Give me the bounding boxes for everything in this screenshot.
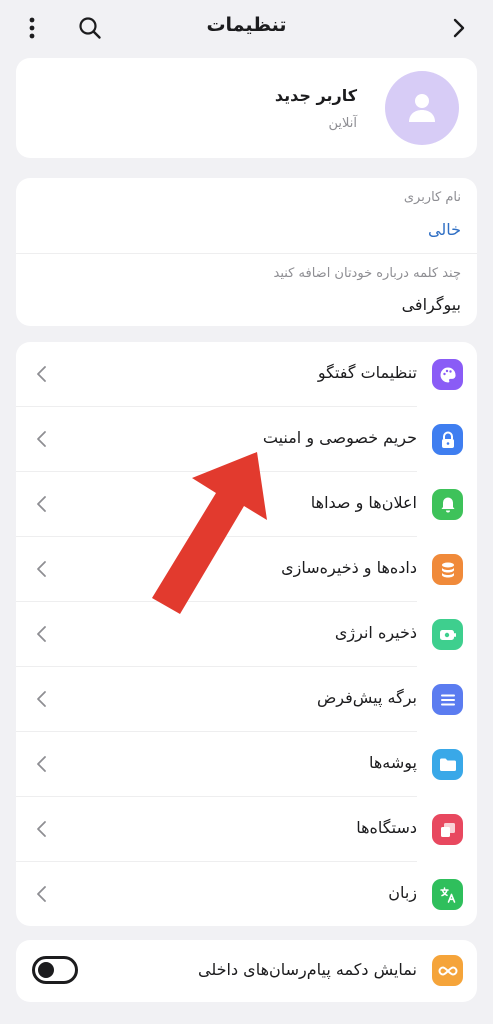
page-title: تنظیمات [206,14,287,36]
palette-icon [432,359,463,390]
settings-item-chat[interactable]: تنظیمات گفتگو [16,342,477,407]
battery-icon [432,619,463,650]
translate-icon [432,879,463,910]
settings-item-data-storage[interactable]: داده‌ها و ذخیره‌سازی [16,537,477,602]
folder-icon [432,749,463,780]
chevron-left-icon [32,559,52,579]
inner-messenger-toggle[interactable] [32,956,78,984]
settings-item-label: زبان [388,883,417,902]
database-icon [432,554,463,585]
toggle-knob [38,962,54,978]
inner-messenger-row[interactable]: نمایش دکمه پیام‌رسان‌های داخلی [16,940,477,1002]
lock-icon [432,424,463,455]
list-icon [432,684,463,715]
settings-item-folders[interactable]: پوشه‌ها [16,732,477,797]
avatar[interactable] [385,71,459,145]
username-value[interactable]: خالی [428,220,461,239]
settings-item-language[interactable]: زبان [16,862,477,927]
chevron-left-icon [32,429,52,449]
settings-item-label: تنظیمات گفتگو [317,363,417,382]
chevron-left-icon [32,819,52,839]
chevron-left-icon [32,364,52,384]
settings-item-label: دستگاه‌ها [356,818,417,837]
bell-icon [432,489,463,520]
chevron-left-icon [32,689,52,709]
settings-item-devices[interactable]: دستگاه‌ها [16,797,477,862]
chevron-left-icon [32,884,52,904]
settings-item-label: داده‌ها و ذخیره‌سازی [281,558,417,577]
username-label: نام کاربری [403,190,461,205]
settings-list: تنظیمات گفتگو حریم خصوصی و امنیت اعلان‌ه… [16,342,477,926]
settings-item-label: حریم خصوصی و امنیت [262,428,417,447]
settings-item-label: ذخیره انرژی [334,623,417,642]
profile-card[interactable]: کاربر جدید آنلاین [16,58,477,158]
profile-status: آنلاین [328,116,357,131]
account-info-card: نام کاربری خالی چند کلمه درباره خودتان ا… [16,178,477,326]
infinity-icon [432,955,463,986]
settings-item-label: برگه پیش‌فرض [316,688,417,707]
chevron-left-icon [32,624,52,644]
devices-icon [432,814,463,845]
chevron-left-icon [32,494,52,514]
inner-messenger-label: نمایش دکمه پیام‌رسان‌های داخلی [197,960,417,979]
chevron-left-icon [32,754,52,774]
bio-field[interactable]: بیوگرافی [402,295,461,314]
app-header: تنظیمات [0,0,493,56]
settings-item-notifications[interactable]: اعلان‌ها و صداها [16,472,477,537]
profile-name: کاربر جدید [274,86,357,105]
settings-item-label: اعلان‌ها و صداها [310,493,417,512]
bio-hint: چند کلمه درباره خودتان اضافه کنید [273,266,461,281]
settings-item-power-saving[interactable]: ذخیره انرژی [16,602,477,667]
inner-messenger-card: نمایش دکمه پیام‌رسان‌های داخلی [16,940,477,1002]
chevron-right-icon[interactable] [443,12,475,44]
person-icon [409,94,435,122]
settings-item-default-tab[interactable]: برگه پیش‌فرض [16,667,477,732]
divider [16,253,477,254]
settings-item-privacy[interactable]: حریم خصوصی و امنیت [16,407,477,472]
settings-item-label: پوشه‌ها [368,753,417,772]
